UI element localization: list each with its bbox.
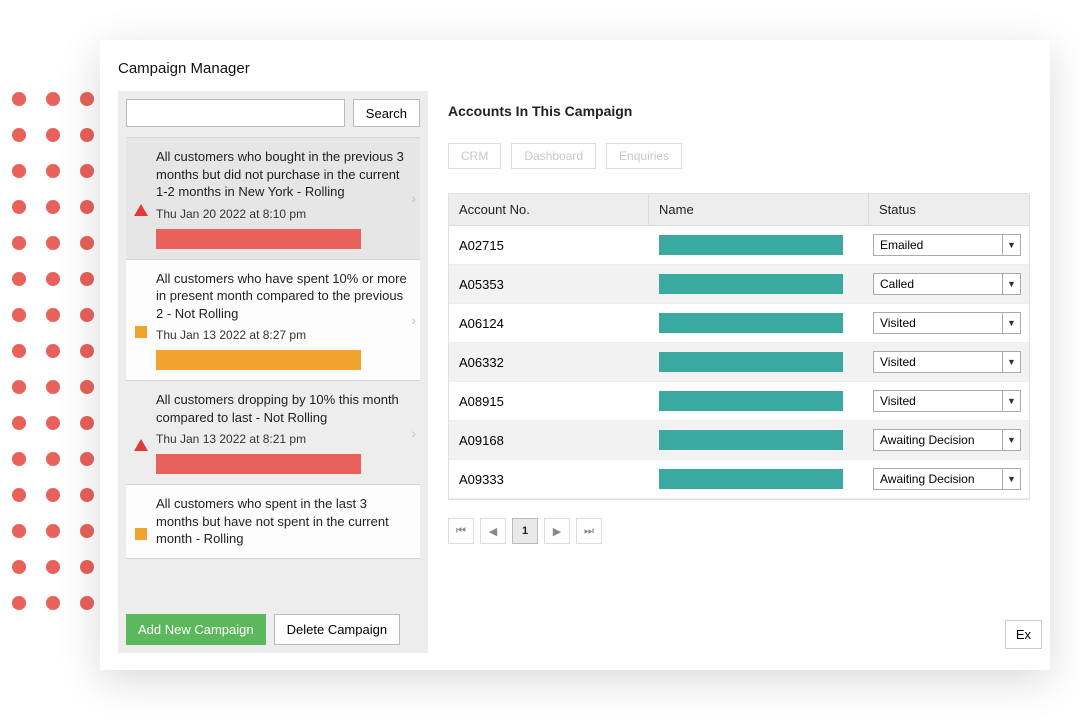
pager-prev-icon[interactable]: ◀: [480, 518, 506, 544]
status-select[interactable]: Visited ▼: [873, 390, 1021, 412]
accounts-title: Accounts In This Campaign: [448, 103, 1030, 119]
campaign-item[interactable]: All customers who bought in the previous…: [126, 137, 420, 260]
col-status: Status: [869, 194, 1029, 225]
pager-last-icon[interactable]: ⏭: [576, 518, 602, 544]
pager-current[interactable]: 1: [512, 518, 538, 544]
campaign-title: All customers who bought in the previous…: [156, 148, 412, 201]
chevron-down-icon: ▼: [1002, 391, 1020, 411]
app-window: Campaign Manager Search All customers wh…: [100, 40, 1050, 670]
chevron-down-icon: ▼: [1002, 469, 1020, 489]
chevron-down-icon: ▼: [1002, 352, 1020, 372]
campaign-item[interactable]: All customers dropping by 10% this month…: [126, 380, 420, 485]
account-no: A02715: [449, 234, 649, 257]
tab-dashboard[interactable]: Dashboard: [511, 143, 596, 169]
status-select[interactable]: Emailed ▼: [873, 234, 1021, 256]
campaign-bar: [156, 350, 361, 370]
status-select[interactable]: Awaiting Decision ▼: [873, 429, 1021, 451]
chevron-right-icon: ›: [411, 312, 416, 328]
delete-campaign-button[interactable]: Delete Campaign: [274, 614, 400, 645]
chevron-down-icon: ▼: [1002, 313, 1020, 333]
campaign-date: Thu Jan 20 2022 at 8:10 pm: [156, 207, 412, 221]
name-bar: [659, 391, 843, 411]
name-bar: [659, 469, 843, 489]
name-bar: [659, 235, 843, 255]
chevron-down-icon: ▼: [1002, 430, 1020, 450]
status-select[interactable]: Called ▼: [873, 273, 1021, 295]
col-name: Name: [649, 194, 869, 225]
col-account-no: Account No.: [449, 194, 649, 225]
campaign-title: All customers dropping by 10% this month…: [156, 391, 412, 426]
tab-enquiries[interactable]: Enquiries: [606, 143, 682, 169]
name-bar: [659, 274, 843, 294]
account-no: A09333: [449, 468, 649, 491]
search-input[interactable]: [126, 99, 345, 127]
campaign-date: Thu Jan 13 2022 at 8:27 pm: [156, 328, 412, 342]
campaign-item[interactable]: All customers who spent in the last 3 mo…: [126, 484, 420, 559]
search-button[interactable]: Search: [353, 99, 420, 127]
page-title: Campaign Manager: [118, 60, 1032, 77]
accounts-pane: Accounts In This Campaign CRM Dashboard …: [446, 91, 1032, 653]
chevron-right-icon: ›: [411, 190, 416, 206]
triangle-red-icon: [134, 439, 148, 451]
square-orange-icon: [135, 326, 147, 338]
export-button[interactable]: Ex: [1005, 620, 1042, 649]
table-row[interactable]: A02715 Emailed ▼: [449, 226, 1029, 265]
triangle-red-icon: [134, 204, 148, 216]
campaign-bar: [156, 454, 361, 474]
pager: ⏮ ◀ 1 ▶ ⏭: [448, 518, 1030, 544]
table-row[interactable]: A09333 Awaiting Decision ▼: [449, 460, 1029, 499]
accounts-table: Account No. Name Status A02715 Emailed ▼: [448, 193, 1030, 500]
tab-row: CRM Dashboard Enquiries: [448, 143, 1030, 169]
campaign-list: All customers who bought in the previous…: [126, 137, 420, 606]
name-bar: [659, 352, 843, 372]
name-bar: [659, 430, 843, 450]
table-row[interactable]: A09168 Awaiting Decision ▼: [449, 421, 1029, 460]
tab-crm[interactable]: CRM: [448, 143, 501, 169]
table-row[interactable]: A06124 Visited ▼: [449, 304, 1029, 343]
pager-next-icon[interactable]: ▶: [544, 518, 570, 544]
square-orange-icon: [135, 528, 147, 540]
pager-first-icon[interactable]: ⏮: [448, 518, 474, 544]
name-bar: [659, 313, 843, 333]
campaign-item[interactable]: All customers who have spent 10% or more…: [126, 259, 420, 382]
table-row[interactable]: A06332 Visited ▼: [449, 343, 1029, 382]
campaign-bar: [156, 229, 361, 249]
status-select[interactable]: Visited ▼: [873, 312, 1021, 334]
status-select[interactable]: Visited ▼: [873, 351, 1021, 373]
table-row[interactable]: A05353 Called ▼: [449, 265, 1029, 304]
chevron-down-icon: ▼: [1002, 274, 1020, 294]
add-campaign-button[interactable]: Add New Campaign: [126, 614, 266, 645]
account-no: A09168: [449, 429, 649, 452]
campaign-title: All customers who spent in the last 3 mo…: [156, 495, 412, 548]
account-no: A08915: [449, 390, 649, 413]
table-row[interactable]: A08915 Visited ▼: [449, 382, 1029, 421]
chevron-right-icon: ›: [411, 425, 416, 441]
campaign-title: All customers who have spent 10% or more…: [156, 270, 412, 323]
account-no: A06332: [449, 351, 649, 374]
account-no: A05353: [449, 273, 649, 296]
campaign-sidebar: Search All customers who bought in the p…: [118, 91, 428, 653]
chevron-down-icon: ▼: [1002, 235, 1020, 255]
table-header: Account No. Name Status: [449, 194, 1029, 226]
account-no: A06124: [449, 312, 649, 335]
status-select[interactable]: Awaiting Decision ▼: [873, 468, 1021, 490]
campaign-date: Thu Jan 13 2022 at 8:21 pm: [156, 432, 412, 446]
